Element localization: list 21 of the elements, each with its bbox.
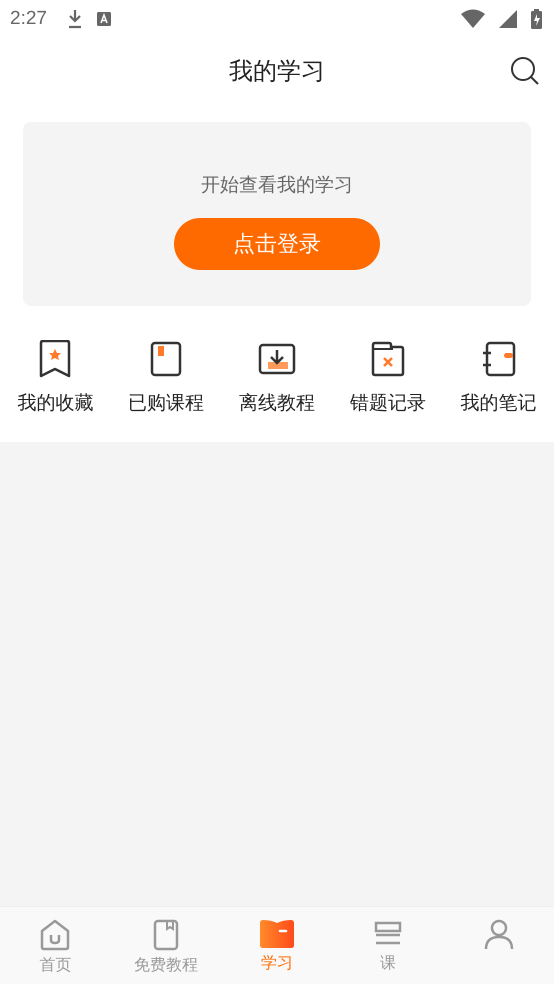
text-icon [96,12,111,26]
wifi-icon [461,9,485,29]
shortcut-label[interactable]: 我的收藏 [17,390,94,416]
search-icon[interactable] [510,56,540,86]
notebook-icon[interactable] [482,340,516,378]
shortcut-label[interactable]: 错题记录 [350,390,426,416]
book-icon[interactable] [150,340,182,378]
shortcut-label[interactable]: 离线教程 [238,390,315,416]
battery-icon [531,9,542,29]
shortcut-label[interactable]: 我的笔记 [460,390,537,416]
signal-icon [499,10,517,28]
shortcut-label[interactable]: 已购课程 [128,390,204,416]
page-title: 我的学习 [229,56,325,87]
bookmark-star-icon[interactable] [39,340,72,378]
login-prompt: 开始查看我的学习 [201,173,353,198]
download-icon [66,9,83,29]
home-icon[interactable] [40,919,70,951]
person-icon[interactable] [484,919,514,951]
folder-cross-icon[interactable] [370,340,405,378]
status-time: 2:27 [10,8,47,30]
open-book-icon[interactable] [260,919,294,949]
